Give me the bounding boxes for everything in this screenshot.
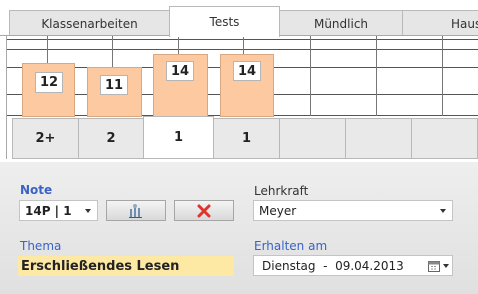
- grid-line: [310, 36, 311, 116]
- grade-bar-label: 14: [166, 61, 194, 81]
- chevron-down-icon: [440, 208, 446, 213]
- grade-box[interactable]: [345, 118, 412, 159]
- tab-klassenarbeiten[interactable]: Klassenarbeiten: [9, 10, 170, 36]
- grade-box[interactable]: [411, 118, 478, 159]
- grade-bar-label: 14: [233, 61, 261, 81]
- teacher-label: Lehrkraft: [254, 184, 309, 198]
- tab-muendlich[interactable]: Mündlich: [279, 10, 403, 36]
- note-label: Note: [20, 183, 53, 197]
- grade-bar-label: 11: [100, 75, 128, 95]
- grade-bar-label: 12: [35, 72, 63, 93]
- grade-bar[interactable]: 12: [22, 63, 75, 117]
- topic-label: Thema: [20, 239, 62, 253]
- tab-bar: Klassenarbeiten Tests Mündlich Haus: [0, 0, 478, 37]
- grid-line: [442, 36, 443, 116]
- tab-label: Klassenarbeiten: [41, 16, 138, 31]
- topic-value: Erschließendes Lesen: [21, 258, 180, 274]
- tab-haus[interactable]: Haus: [402, 10, 478, 36]
- tab-label: Tests: [209, 15, 240, 29]
- calendar-icon: [428, 261, 440, 272]
- tab-label: Haus: [451, 16, 478, 31]
- tab-label: Mündlich: [313, 16, 369, 31]
- chart-button[interactable]: [106, 200, 166, 221]
- details-form: Note 14P | 1 Lehrkraft Meyer Thema Ersch…: [0, 162, 478, 294]
- tab-tests[interactable]: Tests: [169, 6, 280, 37]
- note-value: 14P | 1: [25, 203, 72, 218]
- grade-grid: 12 11 14 14: [7, 36, 478, 117]
- delete-icon: [197, 204, 211, 217]
- grade-box-selected[interactable]: 1: [143, 116, 214, 159]
- grade-bar[interactable]: 14: [153, 54, 208, 117]
- grade-box[interactable]: 2+: [12, 118, 79, 159]
- grade-bar[interactable]: 14: [220, 54, 274, 117]
- grade-bar[interactable]: 11: [87, 67, 142, 117]
- received-value: Dienstag - 09.04.2013: [262, 258, 404, 273]
- grade-box[interactable]: 2: [78, 118, 144, 159]
- chevron-down-icon: [85, 208, 91, 213]
- grid-line: [376, 36, 377, 116]
- teacher-value: Meyer: [259, 203, 297, 218]
- topic-field[interactable]: Erschließendes Lesen: [18, 256, 234, 276]
- received-date-picker[interactable]: Dienstag - 09.04.2013: [253, 255, 453, 276]
- received-label: Erhalten am: [254, 239, 328, 253]
- grade-box[interactable]: 1: [213, 118, 280, 159]
- chart-icon: [129, 203, 142, 218]
- grade-box[interactable]: [279, 118, 346, 159]
- note-select[interactable]: 14P | 1: [19, 200, 98, 221]
- teacher-select[interactable]: Meyer: [253, 200, 453, 221]
- grade-box-row: 2+ 2 1 1: [6, 116, 478, 159]
- chevron-down-icon: [443, 263, 449, 268]
- delete-button[interactable]: [174, 200, 234, 221]
